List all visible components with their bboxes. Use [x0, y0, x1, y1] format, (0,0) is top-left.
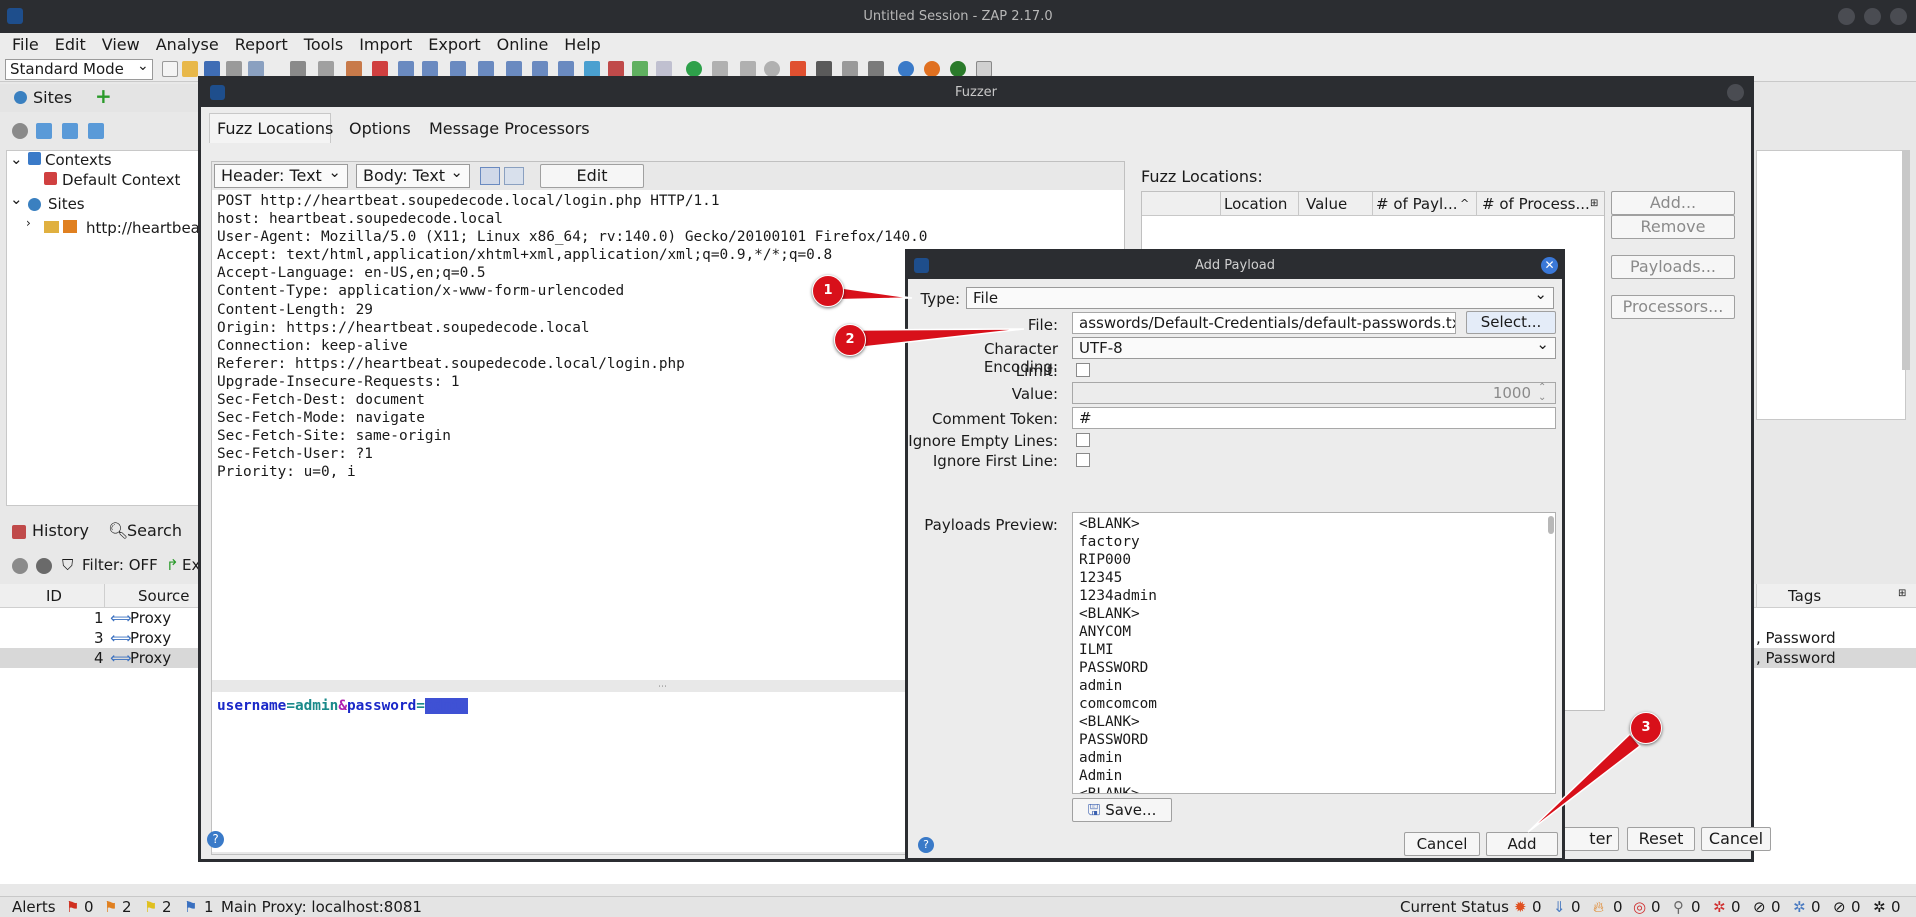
annotation-badge-3: 3 — [1630, 712, 1662, 744]
annotation-badge-1: 1 — [812, 275, 844, 307]
annotation-arrows — [825, 285, 1642, 833]
arrow-3 — [1527, 732, 1642, 833]
annotation-badge-2: 2 — [834, 324, 866, 356]
arrow-2 — [851, 328, 1025, 349]
